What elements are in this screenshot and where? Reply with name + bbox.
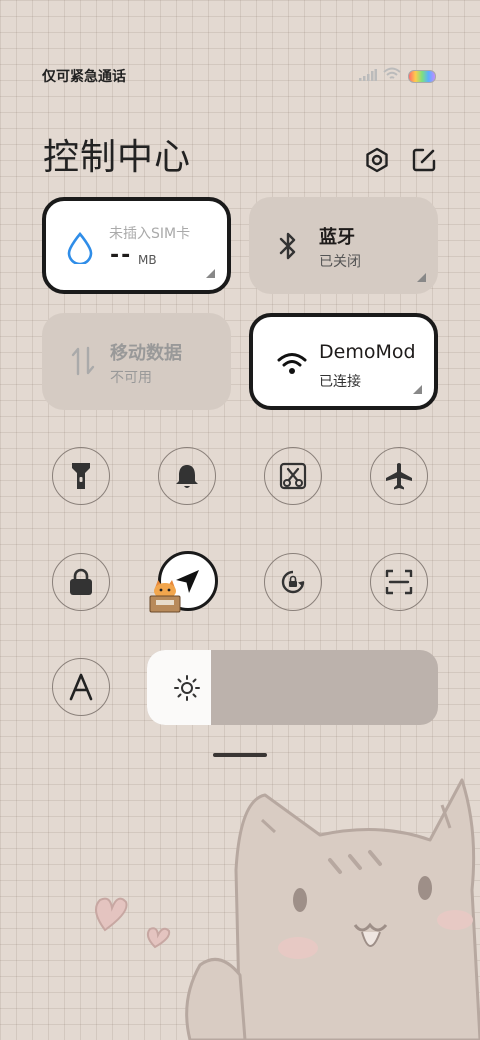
water-drop-icon bbox=[67, 232, 93, 264]
wifi-icon bbox=[277, 353, 307, 374]
flashlight-toggle[interactable] bbox=[52, 447, 110, 505]
airplane-icon bbox=[386, 463, 412, 490]
data-usage-value: -- bbox=[110, 243, 133, 268]
scan-icon bbox=[385, 569, 413, 595]
page-title: 控制中心 bbox=[43, 137, 192, 178]
expand-corner-icon bbox=[413, 385, 422, 394]
status-carrier-text: 仅可紧急通话 bbox=[42, 69, 126, 85]
lock-screen-toggle[interactable] bbox=[52, 553, 110, 611]
lock-icon bbox=[70, 568, 92, 595]
auto-rotate-toggle[interactable] bbox=[264, 553, 322, 611]
sun-icon bbox=[174, 675, 200, 701]
screenshot-scissors-icon bbox=[279, 462, 307, 490]
sticker-cat-box bbox=[149, 580, 181, 613]
brightness-slider[interactable] bbox=[147, 650, 438, 725]
wifi-network-name: DemoMod bbox=[319, 341, 416, 363]
bluetooth-status: 已关闭 bbox=[319, 254, 361, 270]
mobile-data-status: 不可用 bbox=[110, 370, 152, 386]
edit-icon[interactable] bbox=[411, 147, 437, 173]
bluetooth-label: 蓝牙 bbox=[319, 227, 355, 248]
sim-status-label: 未插入SIM卡 bbox=[109, 226, 191, 242]
airplane-mode-toggle[interactable] bbox=[370, 447, 428, 505]
data-usage-unit: MB bbox=[138, 253, 157, 267]
flashlight-icon bbox=[72, 463, 90, 489]
rotate-lock-icon bbox=[281, 570, 305, 594]
wifi-status: 已连接 bbox=[319, 374, 361, 390]
bell-icon bbox=[176, 465, 198, 488]
screenshot-toggle[interactable] bbox=[264, 447, 322, 505]
wifi-status-icon bbox=[383, 67, 401, 79]
wallpaper-cat-illustration bbox=[95, 778, 480, 1040]
battery-icon bbox=[408, 70, 436, 83]
expand-corner-icon bbox=[417, 273, 426, 282]
signal-icon bbox=[359, 69, 377, 81]
close-handle[interactable] bbox=[213, 753, 267, 757]
data-usage-tile[interactable]: 未插入SIM卡 -- MB bbox=[42, 197, 231, 294]
bluetooth-icon bbox=[279, 232, 296, 260]
settings-hexagon-icon[interactable] bbox=[364, 147, 390, 173]
reading-mode-toggle[interactable] bbox=[52, 658, 110, 716]
mobile-data-tile[interactable]: 移动数据 不可用 bbox=[42, 313, 231, 410]
font-a-icon bbox=[69, 673, 93, 701]
data-arrows-icon bbox=[71, 346, 95, 376]
scanner-toggle[interactable] bbox=[370, 553, 428, 611]
expand-corner-icon bbox=[206, 269, 215, 278]
ringer-toggle[interactable] bbox=[158, 447, 216, 505]
mobile-data-label: 移动数据 bbox=[110, 343, 182, 364]
bluetooth-tile[interactable]: 蓝牙 已关闭 bbox=[249, 197, 438, 294]
wifi-tile[interactable]: DemoMod 已连接 bbox=[249, 313, 438, 410]
